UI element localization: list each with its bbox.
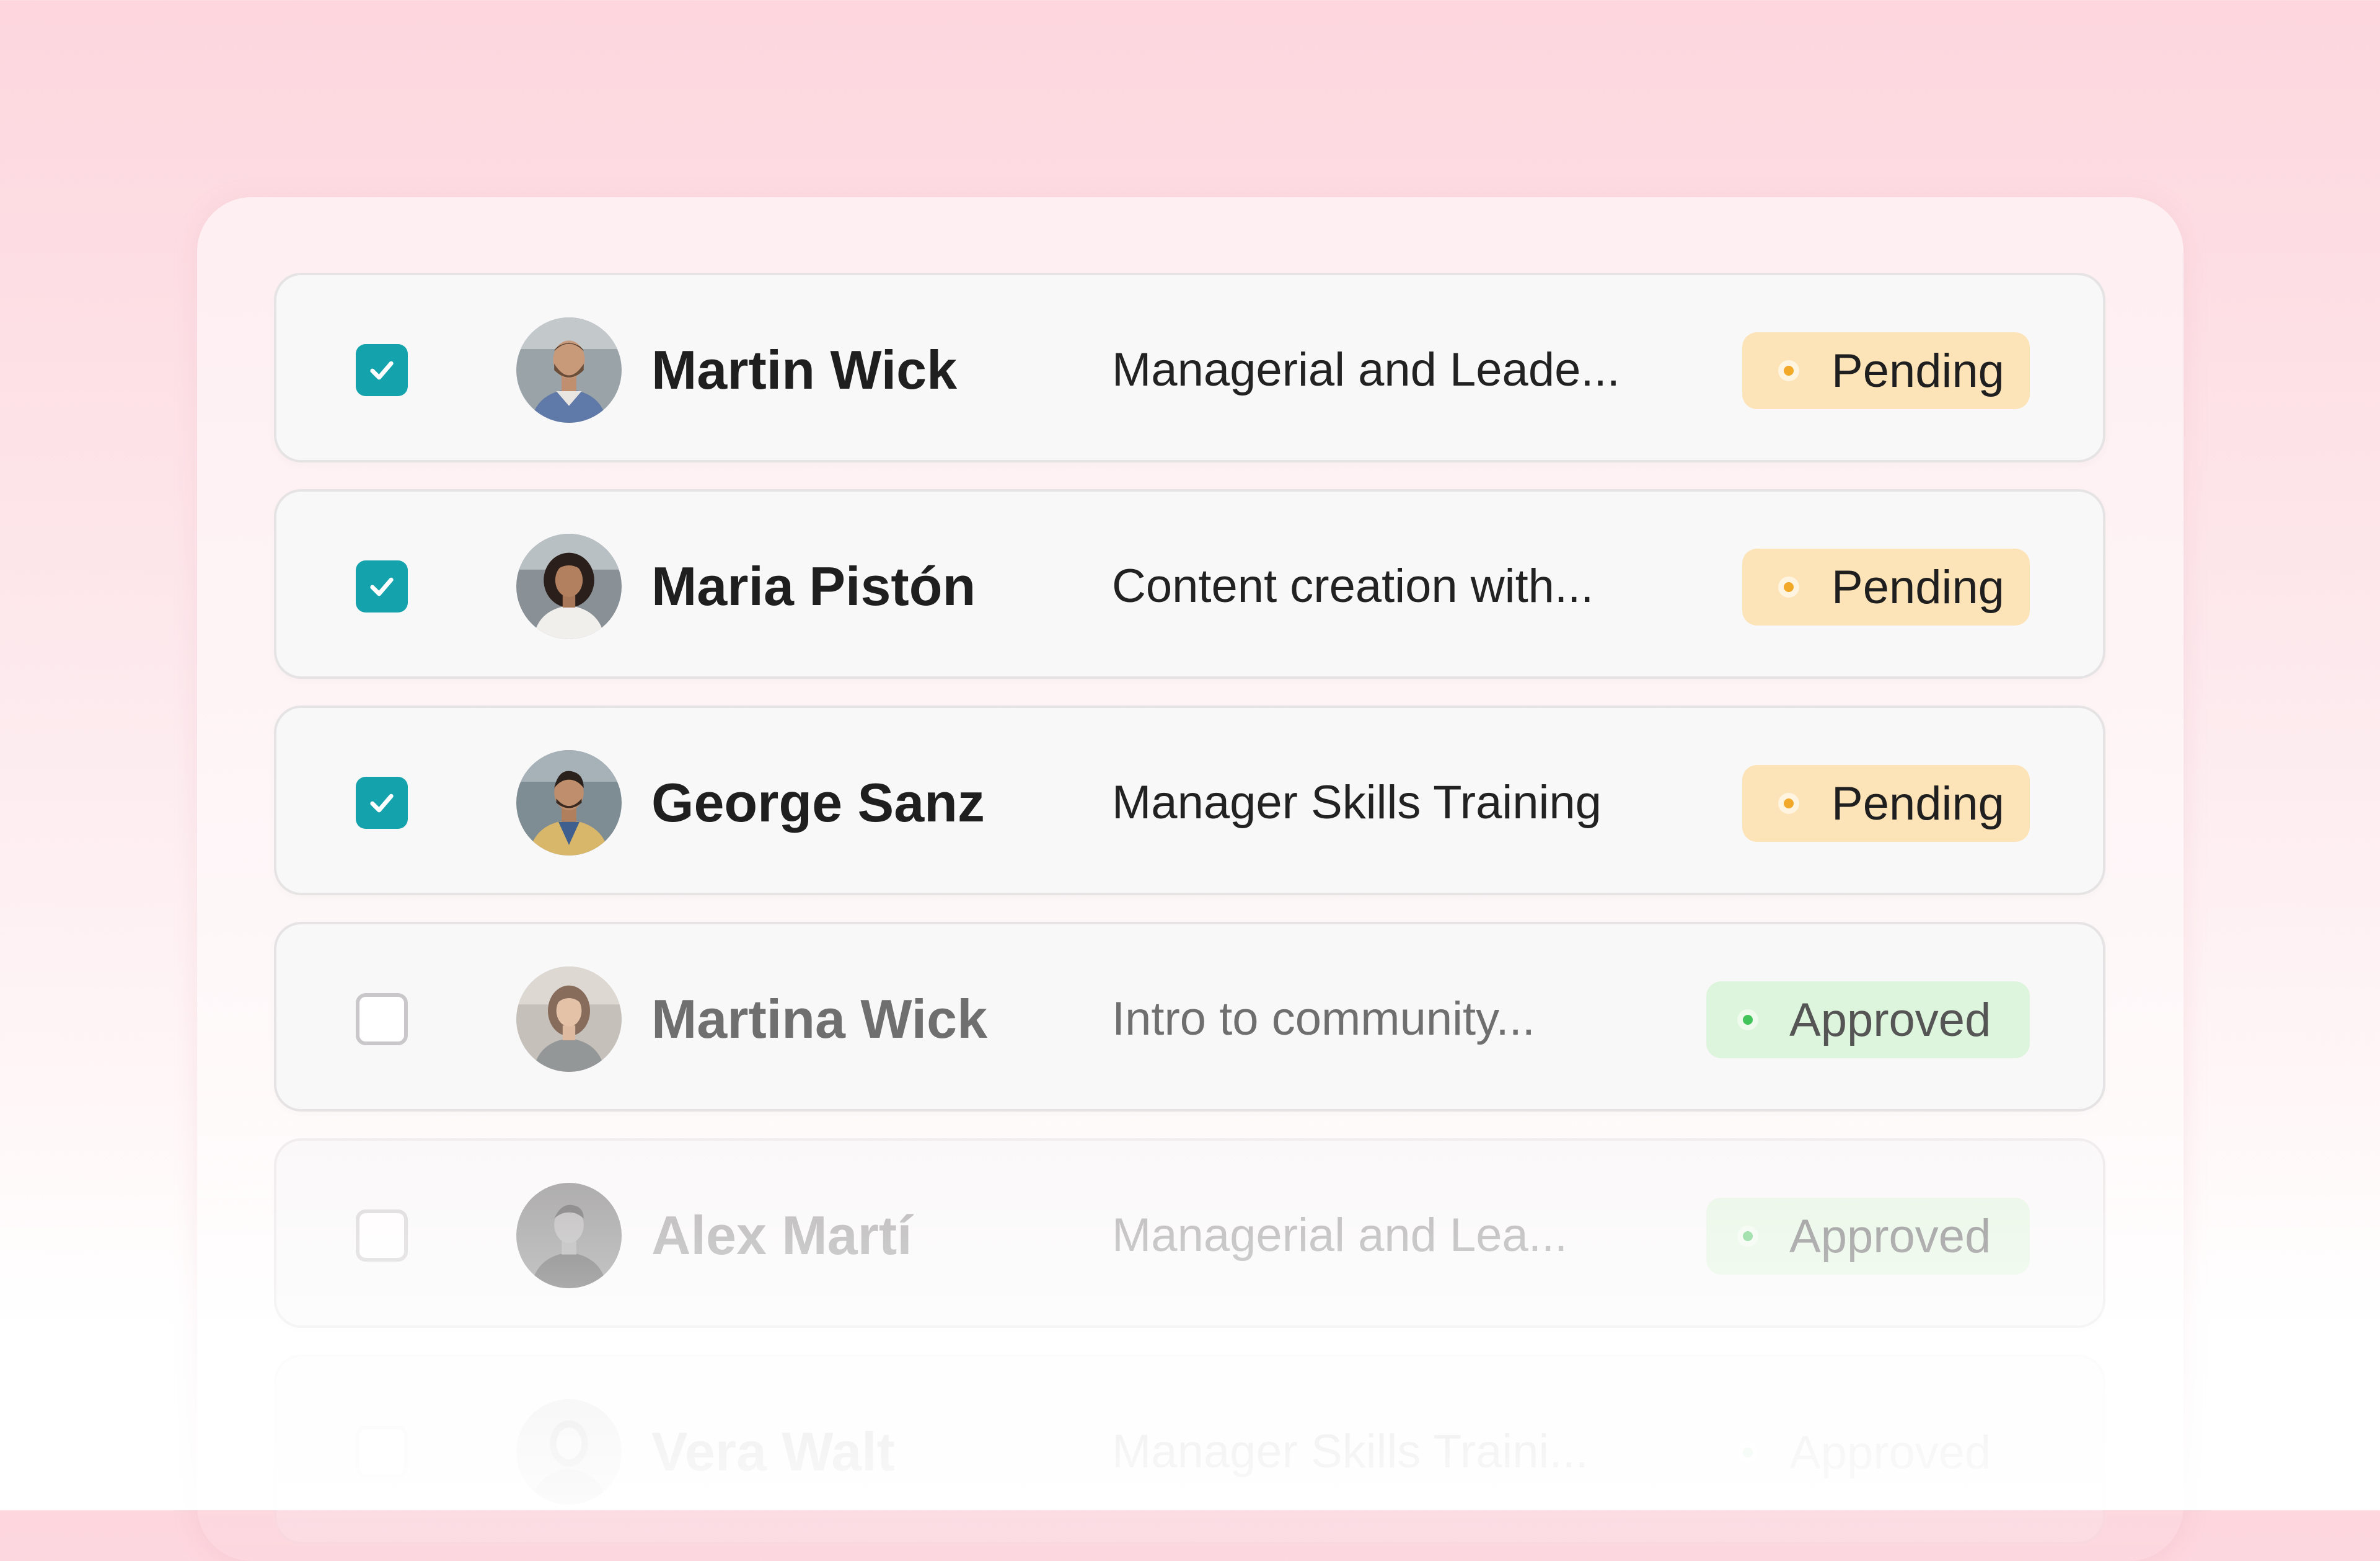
person-name: Maria Pistón [651,555,976,617]
list-item[interactable]: Martina Wick Intro to community... Appro… [274,922,2105,1112]
row-checkbox[interactable] [356,344,408,396]
checkmark-icon [370,577,394,596]
person-name: Martina Wick [651,988,988,1050]
person-name: Martin Wick [651,339,958,400]
course-title: Manager Skills Training [1112,776,1602,829]
status-label: Approved [1789,1426,1991,1479]
status-badge: Approved [1706,1198,2030,1275]
avatar [516,1183,622,1288]
person-name: George Sanz [651,772,985,833]
status-dot-icon [1778,360,1799,381]
list-item[interactable]: Martin Wick Managerial and Leade... Pend… [274,273,2105,462]
course-title: Managerial and Leade... [1112,343,1620,396]
list-item[interactable]: George Sanz Manager Skills Training Pend… [274,705,2105,895]
status-label: Pending [1831,560,2004,614]
status-badge: Pending [1742,549,2030,626]
course-title: Intro to community... [1112,993,1535,1045]
person-name: Alex Martí [651,1205,912,1266]
person-avatar-woman-icon [516,966,622,1072]
person-avatar-man-dark-icon [516,1183,622,1288]
status-dot-icon [1737,1442,1758,1463]
avatar [516,317,622,423]
list-item[interactable]: Alex Martí Managerial and Lea... Approve… [274,1138,2105,1328]
status-label: Approved [1789,993,1991,1046]
checkmark-icon [370,794,394,813]
status-badge: Pending [1742,765,2030,842]
row-checkbox[interactable] [356,993,408,1045]
course-title: Manager Skills Traini... [1112,1425,1589,1478]
row-checkbox[interactable] [356,1426,408,1478]
status-label: Pending [1831,777,2004,830]
row-checkbox[interactable] [356,560,408,612]
avatar [516,1399,622,1505]
avatar [516,966,622,1072]
person-avatar-man-jacket-icon [516,750,622,856]
status-dot-icon [1778,577,1799,598]
row-checkbox[interactable] [356,1209,408,1262]
list-item[interactable]: Vera Walt Manager Skills Traini... Appro… [274,1355,2105,1544]
status-badge: Pending [1742,332,2030,409]
status-badge: Approved [1706,1414,2030,1491]
person-name: Vera Walt [651,1421,895,1482]
course-title: Managerial and Lea... [1112,1209,1568,1262]
checkmark-icon [370,361,394,380]
status-badge: Approved [1706,981,2030,1058]
status-dot-icon [1737,1009,1758,1030]
status-dot-icon [1778,793,1799,814]
status-label: Pending [1831,344,2004,397]
status-label: Approved [1789,1209,1991,1263]
person-avatar-woman-curly-icon [516,534,622,639]
row-checkbox[interactable] [356,777,408,829]
course-title: Content creation with... [1112,560,1594,612]
list-item[interactable]: Maria Pistón Content creation with... Pe… [274,489,2105,679]
person-avatar-man-beard-icon [516,317,622,423]
avatar [516,750,622,856]
status-dot-icon [1737,1226,1758,1247]
person-avatar-faded-icon [516,1399,622,1505]
avatar [516,534,622,639]
